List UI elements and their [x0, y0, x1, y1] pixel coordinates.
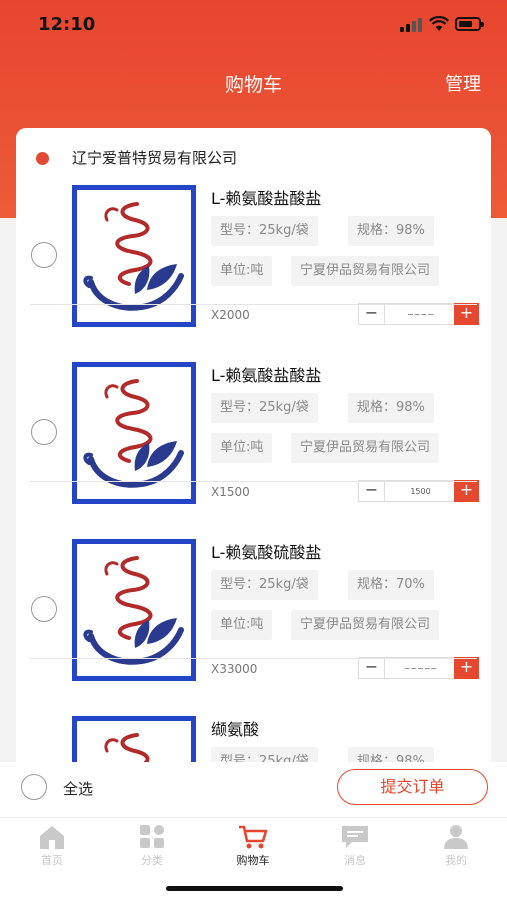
product-model-chip: 型号：25kg/袋: [211, 570, 318, 600]
product-name: L-赖氨酸硫酸盐: [211, 543, 322, 562]
cart-item: L-赖氨酸盐酸盐 型号：25kg/袋 规格：98% 单位:吨 宁夏伊品贸易有限公…: [16, 305, 491, 504]
product-name: 缬氨酸: [211, 720, 260, 739]
submit-order-button[interactable]: 提交订单: [337, 769, 488, 805]
product-unit-chip: 单位:吨: [211, 610, 273, 640]
product-logo-image: [83, 202, 184, 311]
cellular-signal-icon: [400, 18, 422, 32]
product-thumbnail[interactable]: [72, 716, 196, 768]
cart-item: 缬氨酸 型号：25kg/袋 规格：98%: [16, 659, 491, 768]
status-bar: 12:10: [0, 0, 507, 50]
select-all-label[interactable]: 全选: [63, 778, 93, 799]
cart-item: L-赖氨酸盐酸盐 型号：25kg/袋 规格：98% 单位:吨 宁夏伊品贸易有限公…: [16, 128, 491, 327]
product-unit-chip: 单位:吨: [211, 256, 273, 286]
product-supplier-chip: 宁夏伊品贸易有限公司: [291, 256, 440, 286]
manage-button[interactable]: 管理: [445, 70, 481, 96]
home-indicator: [166, 886, 343, 891]
tab-home-label: 首页: [41, 854, 63, 867]
product-logo-image: [104, 733, 150, 768]
product-name: L-赖氨酸盐酸盐: [211, 189, 322, 208]
tab-category-label: 分类: [141, 854, 163, 867]
battery-icon: [455, 17, 484, 31]
cart-icon: [239, 825, 268, 849]
message-icon: [342, 826, 368, 848]
category-icon: [140, 825, 164, 848]
page-title: 购物车: [224, 74, 282, 96]
tab-category[interactable]: 分类: [112, 824, 192, 868]
tab-profile-label: 我的: [445, 854, 467, 867]
wifi-icon: [429, 16, 449, 31]
product-logo-image: [83, 379, 184, 488]
tab-message[interactable]: 消息: [315, 824, 395, 868]
product-spec-chip: 规格：70%: [348, 570, 434, 600]
product-logo-image: [83, 556, 184, 665]
home-icon: [40, 826, 64, 849]
product-supplier-chip: 宁夏伊品贸易有限公司: [291, 610, 440, 640]
product-model-chip: 型号：25kg/袋: [211, 216, 318, 246]
item-select-radio[interactable]: [31, 419, 57, 445]
status-time: 12:10: [38, 14, 96, 35]
product-unit-chip: 单位:吨: [211, 433, 273, 463]
cart-store-card: 辽宁爱普特贸易有限公司 L-赖氨酸盐酸盐 型号：25kg/袋 规格：98% 单位…: [16, 128, 491, 768]
select-all-radio[interactable]: [21, 774, 47, 800]
tab-cart[interactable]: 购物车: [213, 824, 293, 868]
checkout-bar: 全选 提交订单: [0, 762, 507, 817]
item-select-radio[interactable]: [31, 242, 57, 268]
product-model-chip: 型号：25kg/袋: [211, 393, 318, 423]
product-supplier-chip: 宁夏伊品贸易有限公司: [291, 433, 440, 463]
item-select-radio[interactable]: [31, 596, 57, 622]
tab-home[interactable]: 首页: [12, 824, 92, 868]
tab-message-label: 消息: [344, 854, 366, 867]
product-name: L-赖氨酸盐酸盐: [211, 366, 322, 385]
product-spec-chip: 规格：98%: [348, 216, 434, 246]
tab-profile[interactable]: 我的: [416, 824, 496, 868]
product-spec-chip: 规格：98%: [348, 393, 434, 423]
tab-cart-label: 购物车: [236, 854, 270, 867]
user-icon: [444, 825, 468, 849]
cart-item: L-赖氨酸硫酸盐 型号：25kg/袋 规格：70% 单位:吨 宁夏伊品贸易有限公…: [16, 482, 491, 681]
